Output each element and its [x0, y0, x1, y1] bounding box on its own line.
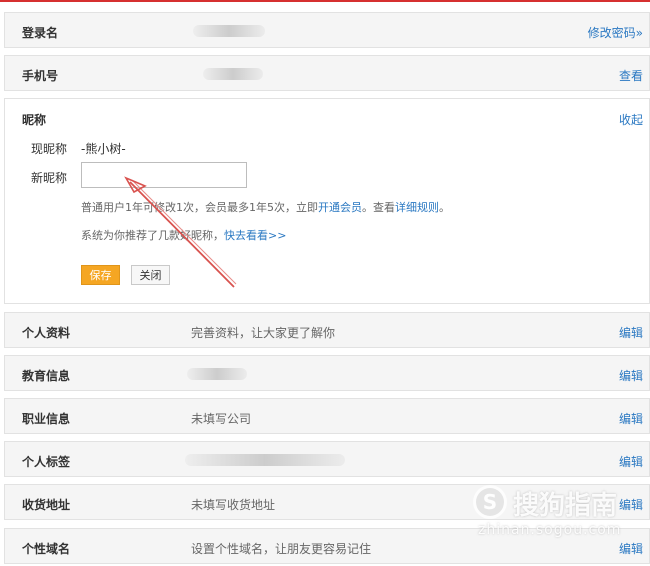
edit-address-link[interactable]: 编辑	[619, 496, 643, 513]
nickname-panel: 昵称 收起 现昵称 -熊小树- 新昵称 普通用户1年可修改1次，会员最多1年5次…	[4, 98, 650, 304]
career-label: 职业信息	[22, 412, 71, 426]
row-career: 职业信息 未填写公司 编辑	[4, 398, 650, 434]
blurred-phone	[203, 68, 263, 80]
nickname-title: 昵称	[22, 113, 47, 127]
blurred-education	[187, 368, 247, 380]
row-login-name: 登录名 修改密码»	[4, 12, 650, 48]
current-nickname-value: -熊小树-	[81, 142, 126, 156]
phone-label: 手机号	[22, 69, 59, 83]
row-domain: 个性域名 设置个性域名，让朋友更容易记住 编辑	[4, 528, 650, 564]
profile-label: 个人资料	[22, 326, 71, 340]
row-tags: 个人标签 编辑	[4, 441, 650, 477]
address-value: 未填写收货地址	[191, 498, 276, 512]
address-label: 收货地址	[22, 498, 71, 512]
see-suggestions-link[interactable]: 快去看看>>	[224, 229, 286, 242]
new-nickname-label: 新昵称	[31, 171, 68, 185]
new-nickname-input[interactable]	[81, 162, 247, 188]
profile-value: 完善资料，让大家更了解你	[191, 326, 336, 340]
open-membership-link[interactable]: 开通会员	[318, 201, 362, 214]
career-value: 未填写公司	[191, 412, 252, 426]
row-address: 收货地址 未填写收货地址 编辑	[4, 484, 650, 520]
edit-tags-link[interactable]: 编辑	[619, 453, 643, 470]
close-button[interactable]: 关闭	[131, 265, 170, 285]
current-nickname-label: 现昵称	[31, 142, 68, 156]
domain-label: 个性域名	[22, 542, 71, 556]
collapse-link[interactable]: 收起	[619, 111, 643, 128]
domain-value: 设置个性域名，让朋友更容易记住	[191, 542, 372, 556]
education-label: 教育信息	[22, 369, 71, 383]
edit-career-link[interactable]: 编辑	[619, 410, 643, 427]
login-name-label: 登录名	[22, 26, 59, 40]
change-password-link[interactable]: 修改密码»	[588, 24, 643, 41]
tags-label: 个人标签	[22, 455, 71, 469]
nickname-rule-hint: 普通用户1年可修改1次，会员最多1年5次，立即开通会员。查看详细规则。	[81, 201, 450, 214]
row-education: 教育信息 编辑	[4, 355, 650, 391]
edit-domain-link[interactable]: 编辑	[619, 540, 643, 557]
blurred-tags	[185, 454, 345, 466]
edit-profile-link[interactable]: 编辑	[619, 324, 643, 341]
row-profile: 个人资料 完善资料，让大家更了解你 编辑	[4, 312, 650, 348]
detailed-rules-link[interactable]: 详细规则	[395, 201, 439, 214]
row-phone: 手机号 查看	[4, 55, 650, 91]
top-accent-line	[0, 0, 650, 2]
view-phone-link[interactable]: 查看	[619, 67, 643, 84]
nickname-suggest-hint: 系统为你推荐了几款好昵称，快去看看>>	[81, 229, 287, 242]
blurred-login-name	[193, 25, 265, 37]
save-button[interactable]: 保存	[81, 265, 120, 285]
edit-education-link[interactable]: 编辑	[619, 367, 643, 384]
